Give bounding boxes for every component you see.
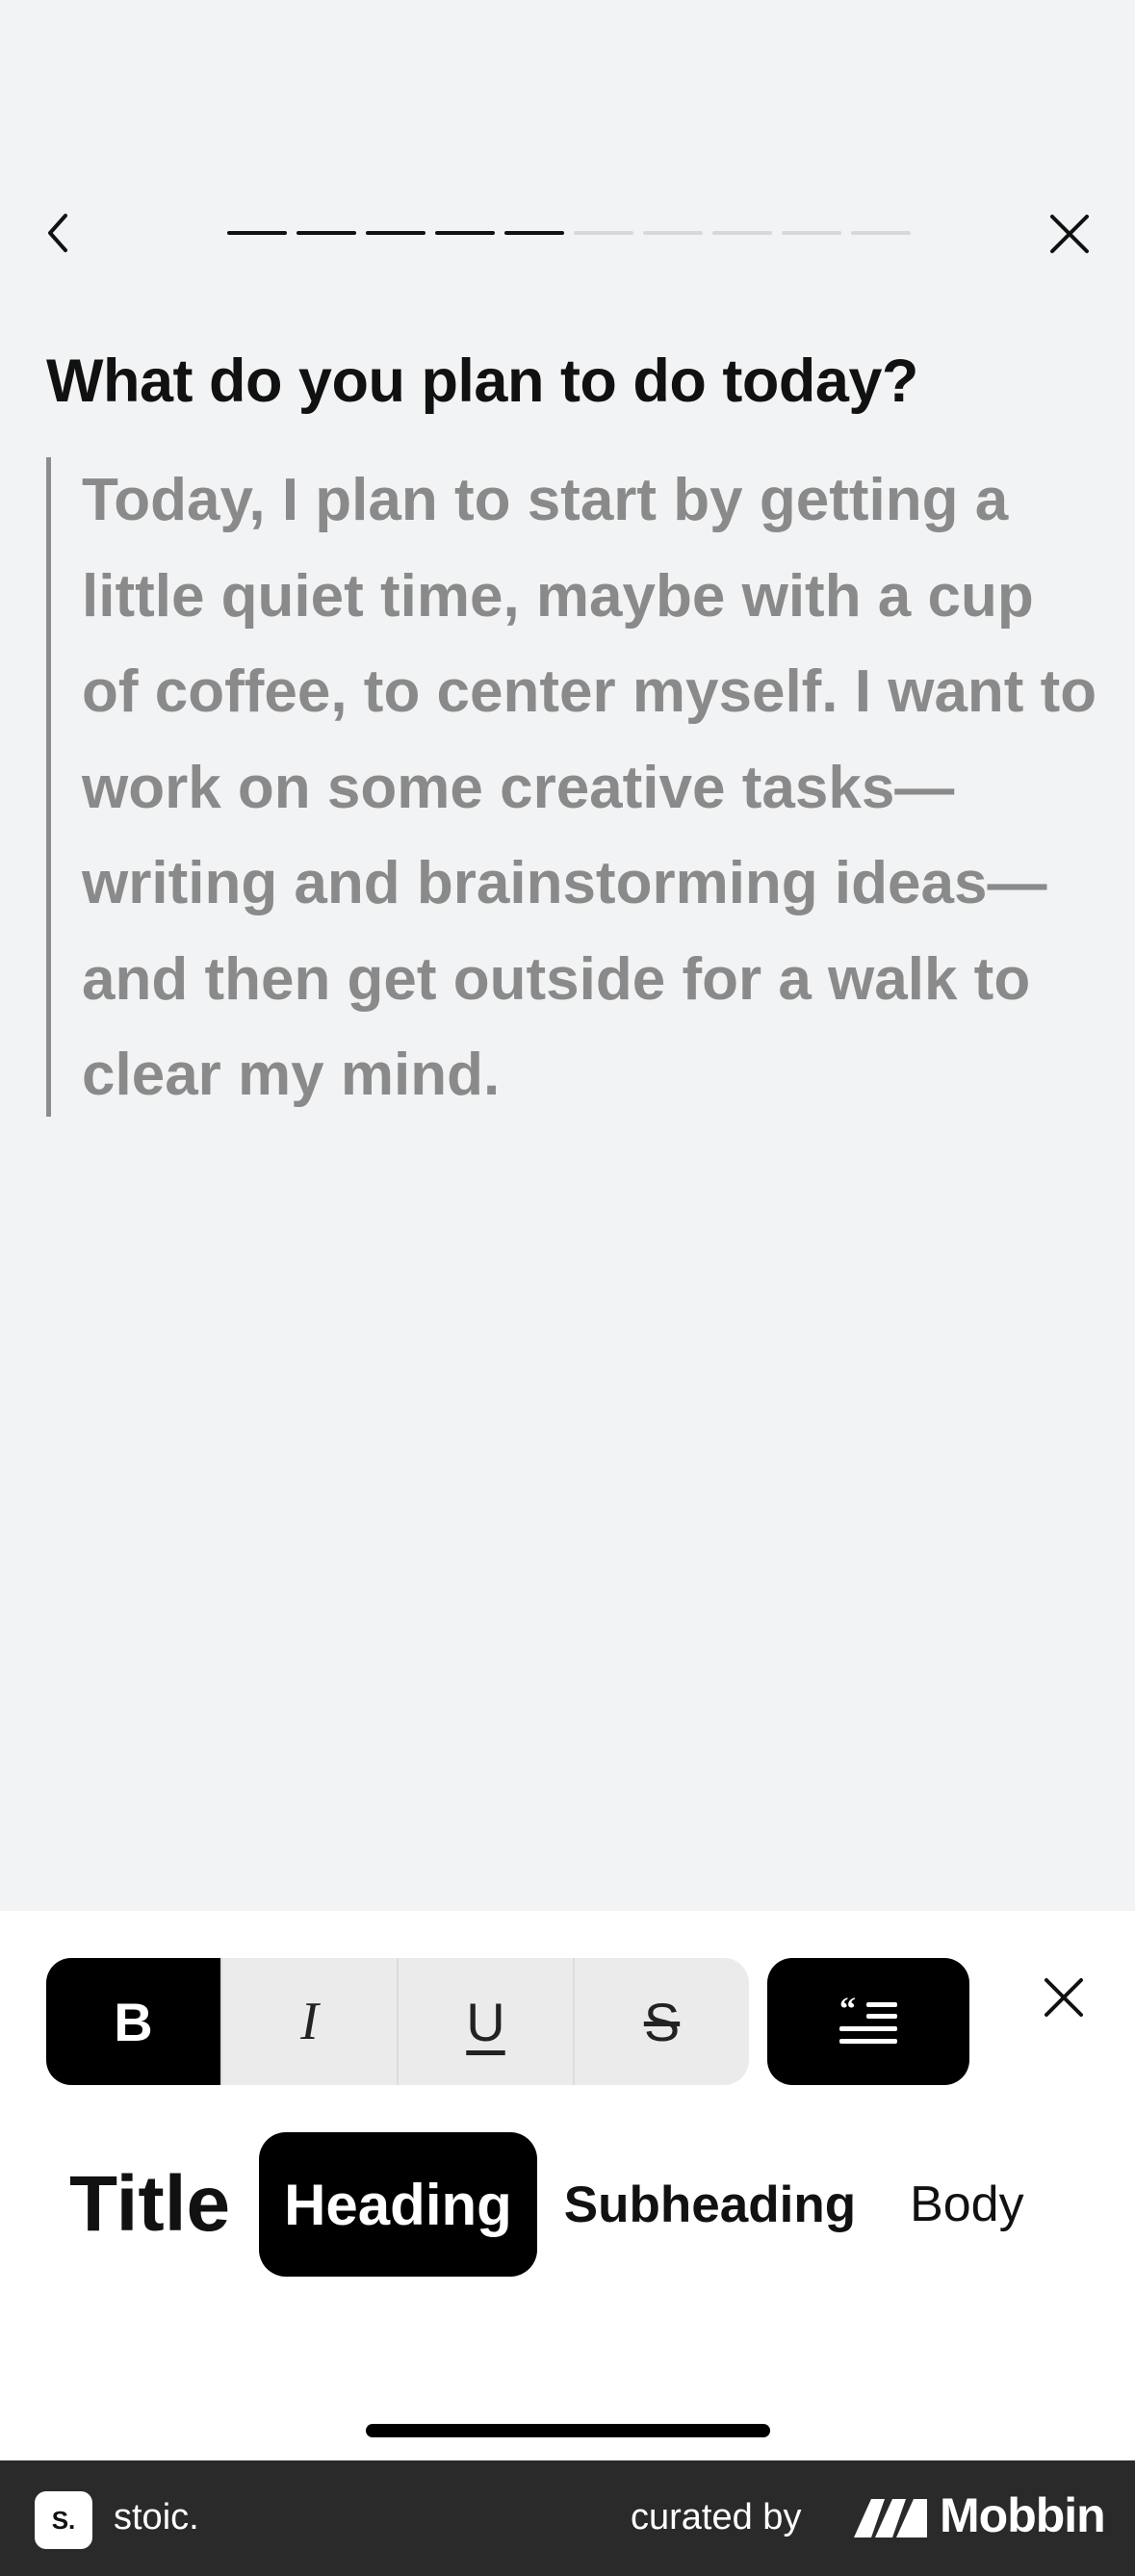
text-style-heading[interactable]: Heading [259, 2132, 537, 2277]
progress-segment-pending [643, 231, 703, 235]
app-name: stoic. [114, 2497, 199, 2537]
text-format-group: B I U S [46, 1958, 749, 2085]
home-indicator [366, 2424, 770, 2437]
close-button[interactable] [1040, 204, 1099, 264]
close-icon [1045, 1978, 1083, 2017]
question-title: What do you plan to do today? [46, 348, 918, 415]
progress-segment-complete [366, 231, 426, 235]
progress-segment-complete [297, 231, 356, 235]
progress-segment-pending [574, 231, 633, 235]
underline-button[interactable]: U [399, 1958, 575, 2085]
progress-segment-complete [504, 231, 564, 235]
app-badge: S. [35, 2491, 92, 2549]
blockquote-button[interactable]: “ [767, 1958, 969, 2085]
svg-text:“: “ [839, 1995, 856, 2027]
quote-bar [46, 457, 51, 1117]
progress-segment-pending [712, 231, 772, 235]
progress-segment-complete [435, 231, 495, 235]
panel-close-button[interactable] [1035, 1969, 1093, 2026]
progress-indicator [227, 231, 911, 235]
text-style-title[interactable]: Title [46, 2132, 257, 2277]
mobbin-logo-icon [854, 2499, 927, 2537]
progress-segment-complete [227, 231, 287, 235]
text-style-subheading[interactable]: Subheading [537, 2132, 883, 2277]
answer-text-editor[interactable]: Today, I plan to start by getting a litt… [82, 452, 1102, 1123]
close-icon [1050, 215, 1089, 253]
mobbin-brand: Mobbin [940, 2488, 1106, 2542]
strikethrough-button[interactable]: S [575, 1958, 749, 2085]
quote-icon: “ [839, 1995, 897, 2044]
bold-button[interactable]: B [46, 1958, 222, 2085]
italic-button[interactable]: I [222, 1958, 399, 2085]
progress-segment-pending [782, 231, 841, 235]
text-style-body[interactable]: Body [883, 2132, 1051, 2277]
back-button[interactable] [29, 204, 87, 262]
text-style-selector: Title Heading Subheading Body [46, 2132, 1051, 2277]
progress-segment-pending [851, 231, 911, 235]
curated-by-label: curated by [631, 2497, 802, 2537]
chevron-left-icon [48, 214, 67, 252]
